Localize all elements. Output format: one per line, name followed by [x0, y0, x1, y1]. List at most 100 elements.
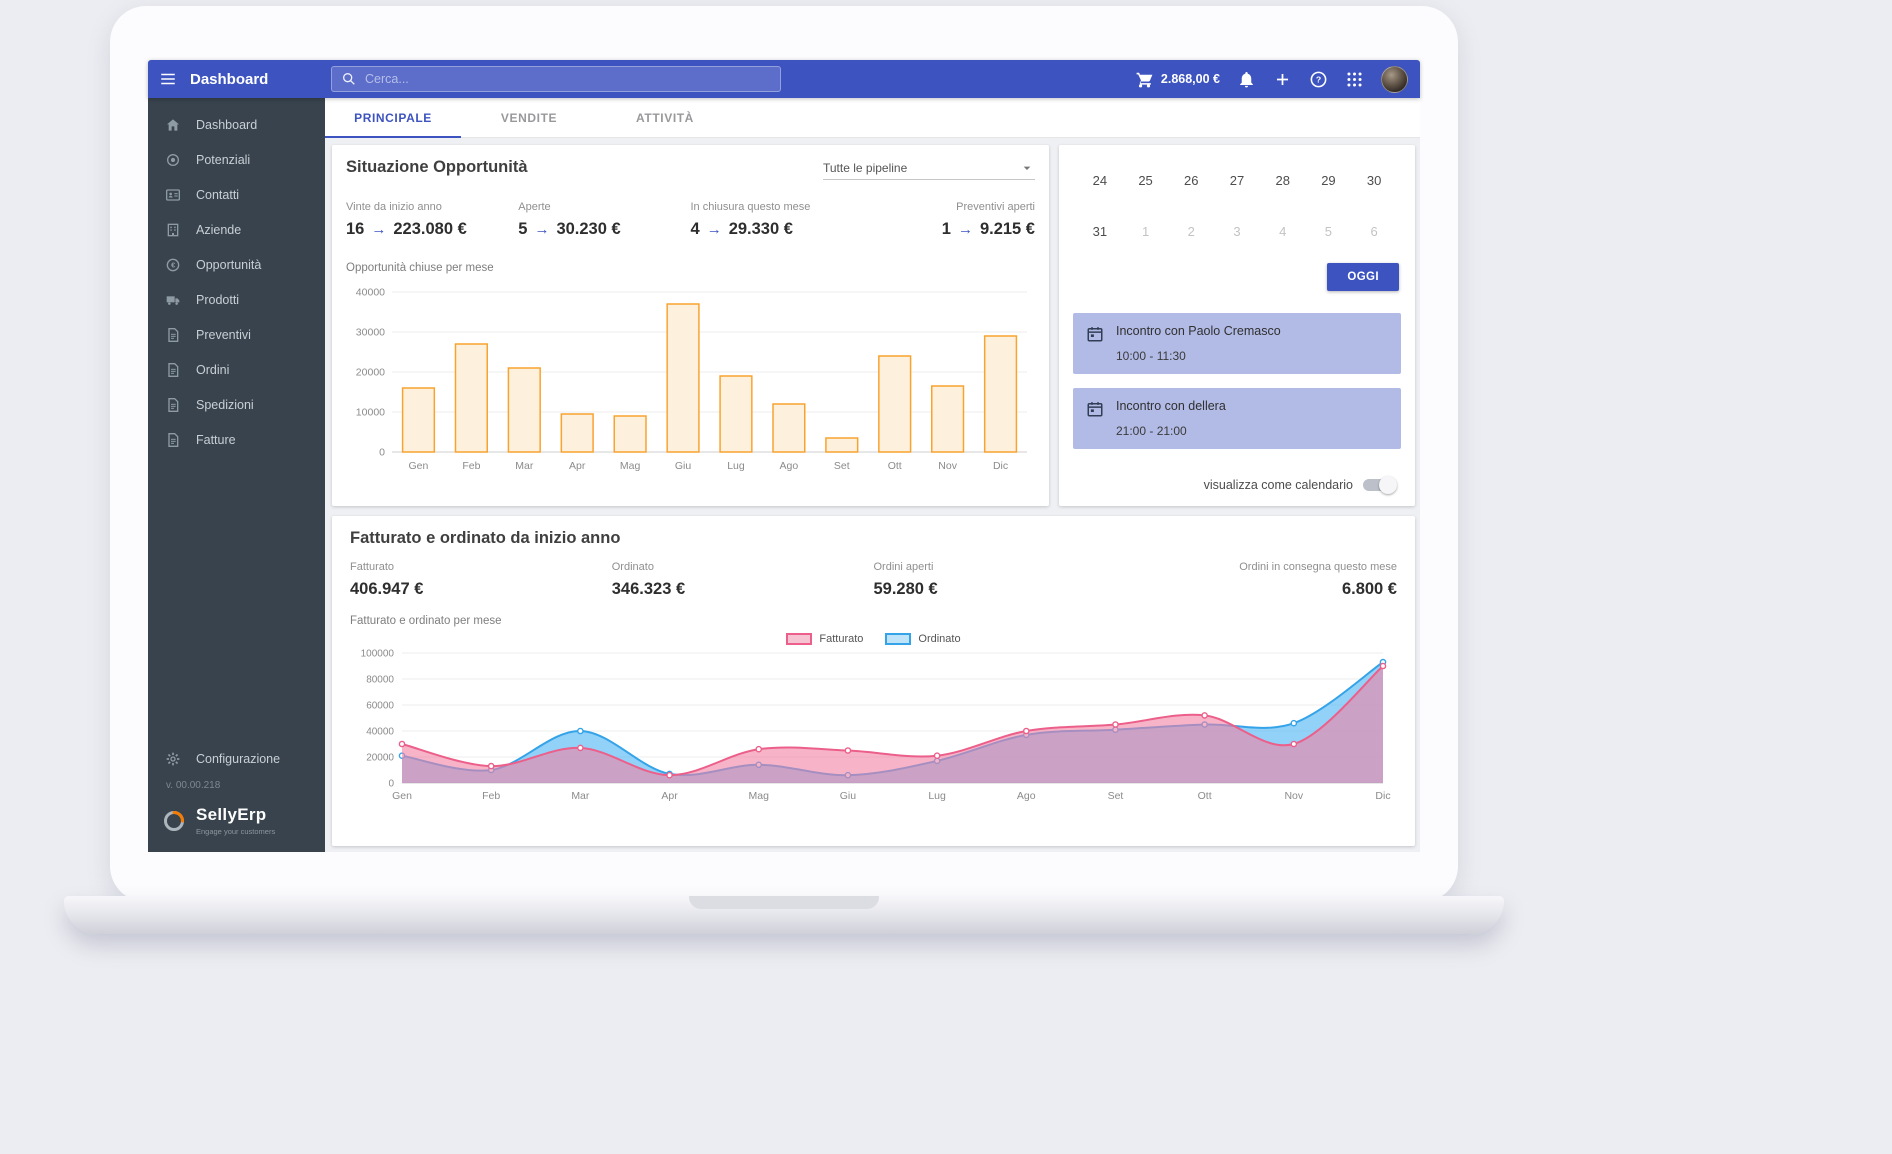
calendar-day[interactable]: 25	[1123, 155, 1169, 206]
calendar-day[interactable]: 4	[1260, 206, 1306, 257]
avatar[interactable]	[1381, 66, 1408, 93]
bell-icon	[1237, 70, 1256, 89]
add-button[interactable]	[1273, 70, 1292, 89]
calendar-day[interactable]: 6	[1351, 206, 1397, 257]
sidebar-item-ordini[interactable]: Ordini	[148, 352, 325, 387]
fatturato-chart-subtitle: Fatturato e ordinato per mese	[350, 615, 1397, 627]
logo-text: SellyErp	[196, 805, 275, 825]
doc-icon	[165, 327, 181, 343]
stat-label: Fatturato	[350, 561, 612, 573]
calendar-event-icon	[1086, 325, 1104, 343]
stat-label: Ordinato	[612, 561, 874, 573]
event-card[interactable]: Incontro con dellera21:00 - 21:00	[1073, 388, 1401, 449]
sidebar-item-contatti[interactable]: Contatti	[148, 177, 325, 212]
svg-text:0: 0	[388, 779, 394, 790]
svg-text:0: 0	[379, 447, 385, 459]
svg-text:60000: 60000	[366, 701, 394, 712]
sidebar-item-spedizioni[interactable]: Spedizioni	[148, 387, 325, 422]
contact-icon	[165, 187, 181, 203]
topbar: Dashboard Cerca... 2.868,00 € ?	[148, 60, 1420, 98]
calendar-day[interactable]: 30	[1351, 155, 1397, 206]
calendar-day[interactable]: 28	[1260, 155, 1306, 206]
sidebar-item-fatture[interactable]: Fatture	[148, 422, 325, 457]
legend-label: Ordinato	[918, 633, 960, 645]
chevron-down-icon	[1019, 160, 1035, 176]
calendar-day[interactable]: 29	[1306, 155, 1352, 206]
event-time: 10:00 - 11:30	[1116, 349, 1281, 363]
stat-count: 16	[346, 220, 364, 239]
event-title: Incontro con dellera	[1116, 399, 1226, 413]
event-card[interactable]: Incontro con Paolo Cremasco10:00 - 11:30	[1073, 313, 1401, 374]
fatturato-title: Fatturato e ordinato da inizio anno	[350, 529, 1397, 548]
svg-text:Gen: Gen	[392, 790, 412, 802]
stat-ordini-aperti: Ordini aperti59.280 €	[874, 561, 1136, 599]
event-list: Incontro con Paolo Cremasco10:00 - 11:30…	[1073, 313, 1401, 449]
sidebar-item-prodotti[interactable]: Prodotti	[148, 282, 325, 317]
laptop-base	[64, 896, 1504, 934]
app-window: Dashboard Cerca... 2.868,00 € ?	[148, 60, 1420, 852]
calendar-view-toggle[interactable]	[1363, 479, 1393, 491]
svg-text:Ott: Ott	[1198, 790, 1212, 802]
sidebar-item-configurazione[interactable]: Configurazione	[148, 741, 325, 776]
svg-text:Apr: Apr	[569, 460, 586, 472]
search-input[interactable]: Cerca...	[331, 66, 781, 92]
help-button[interactable]: ?	[1309, 70, 1328, 89]
calendar-day[interactable]: 26	[1168, 155, 1214, 206]
sidebar-item-preventivi[interactable]: Preventivi	[148, 317, 325, 352]
stat-count: 1	[942, 220, 951, 239]
truck-icon	[165, 292, 181, 308]
calendar-day[interactable]: 27	[1214, 155, 1260, 206]
calendar-day[interactable]: 1	[1123, 206, 1169, 257]
notifications-button[interactable]	[1237, 70, 1256, 89]
calendar-toggle-row: visualizza come calendario	[1073, 474, 1401, 494]
sidebar-item-dashboard[interactable]: Dashboard	[148, 107, 325, 142]
stat-vinte-da-inizio-anno: Vinte da inizio anno16→223.080 €	[346, 201, 518, 239]
today-button[interactable]: OGGI	[1327, 263, 1399, 291]
stat-count: 5	[518, 220, 527, 239]
cart-button[interactable]: 2.868,00 €	[1135, 70, 1220, 89]
opportunita-header: Situazione Opportunità Tutte le pipeline	[346, 158, 1035, 180]
content-area: Situazione Opportunità Tutte le pipeline…	[325, 138, 1420, 852]
svg-text:Giu: Giu	[675, 460, 692, 472]
calendar-day[interactable]: 31	[1077, 206, 1123, 257]
opportunita-bar-chart: 010000200003000040000GenFebMarAprMagGiuL…	[346, 282, 1035, 478]
pipeline-filter-select[interactable]: Tutte le pipeline	[823, 160, 1035, 180]
apps-grid-icon	[1345, 70, 1364, 89]
apps-button[interactable]	[1345, 70, 1364, 89]
sidebar-item-aziende[interactable]: Aziende	[148, 212, 325, 247]
svg-text:Feb: Feb	[482, 790, 500, 802]
stat-ordinato: Ordinato346.323 €	[612, 561, 874, 599]
arrow-right-icon: →	[371, 221, 386, 238]
tab-vendite[interactable]: VENDITE	[461, 98, 597, 137]
tab-attivita[interactable]: ATTIVITÀ	[597, 98, 733, 137]
sidebar: DashboardPotenzialiContattiAziende€Oppor…	[148, 98, 325, 852]
chart-legend: Fatturato Ordinato	[350, 633, 1397, 645]
calendar-day[interactable]: 24	[1077, 155, 1123, 206]
sidebar-item-label: Configurazione	[196, 752, 280, 766]
menu-icon[interactable]	[159, 70, 177, 88]
doc-icon	[165, 432, 181, 448]
logo-tagline: Engage your customers	[196, 827, 275, 836]
sidebar-item-potenziali[interactable]: Potenziali	[148, 142, 325, 177]
search-placeholder: Cerca...	[365, 72, 409, 86]
sellyerp-logo: SellyErp Engage your customers	[148, 801, 325, 840]
building-icon	[165, 222, 181, 238]
app-body: DashboardPotenzialiContattiAziende€Oppor…	[148, 98, 1420, 852]
opportunita-chart-subtitle: Opportunità chiuse per mese	[346, 262, 1035, 274]
top-row: Situazione Opportunità Tutte le pipeline…	[332, 145, 1415, 506]
calendar-day[interactable]: 3	[1214, 206, 1260, 257]
sidebar-item-opportunita[interactable]: €Opportunità	[148, 247, 325, 282]
arrow-right-icon: →	[534, 221, 549, 238]
svg-text:?: ?	[1316, 74, 1321, 84]
svg-text:Mar: Mar	[571, 790, 590, 802]
calendar-day[interactable]: 2	[1168, 206, 1214, 257]
sidebar-footer: Configurazione v. 00.00.218 SellyErp Eng…	[148, 741, 325, 852]
legend-label: Fatturato	[819, 633, 863, 645]
event-text: Incontro con Paolo Cremasco10:00 - 11:30	[1116, 324, 1281, 363]
calendar-day[interactable]: 5	[1306, 206, 1352, 257]
svg-text:40000: 40000	[366, 727, 394, 738]
legend-swatch	[786, 633, 812, 645]
stat-label: Vinte da inizio anno	[346, 201, 518, 213]
tab-principale[interactable]: PRINCIPALE	[325, 98, 461, 137]
svg-text:Apr: Apr	[661, 790, 678, 802]
